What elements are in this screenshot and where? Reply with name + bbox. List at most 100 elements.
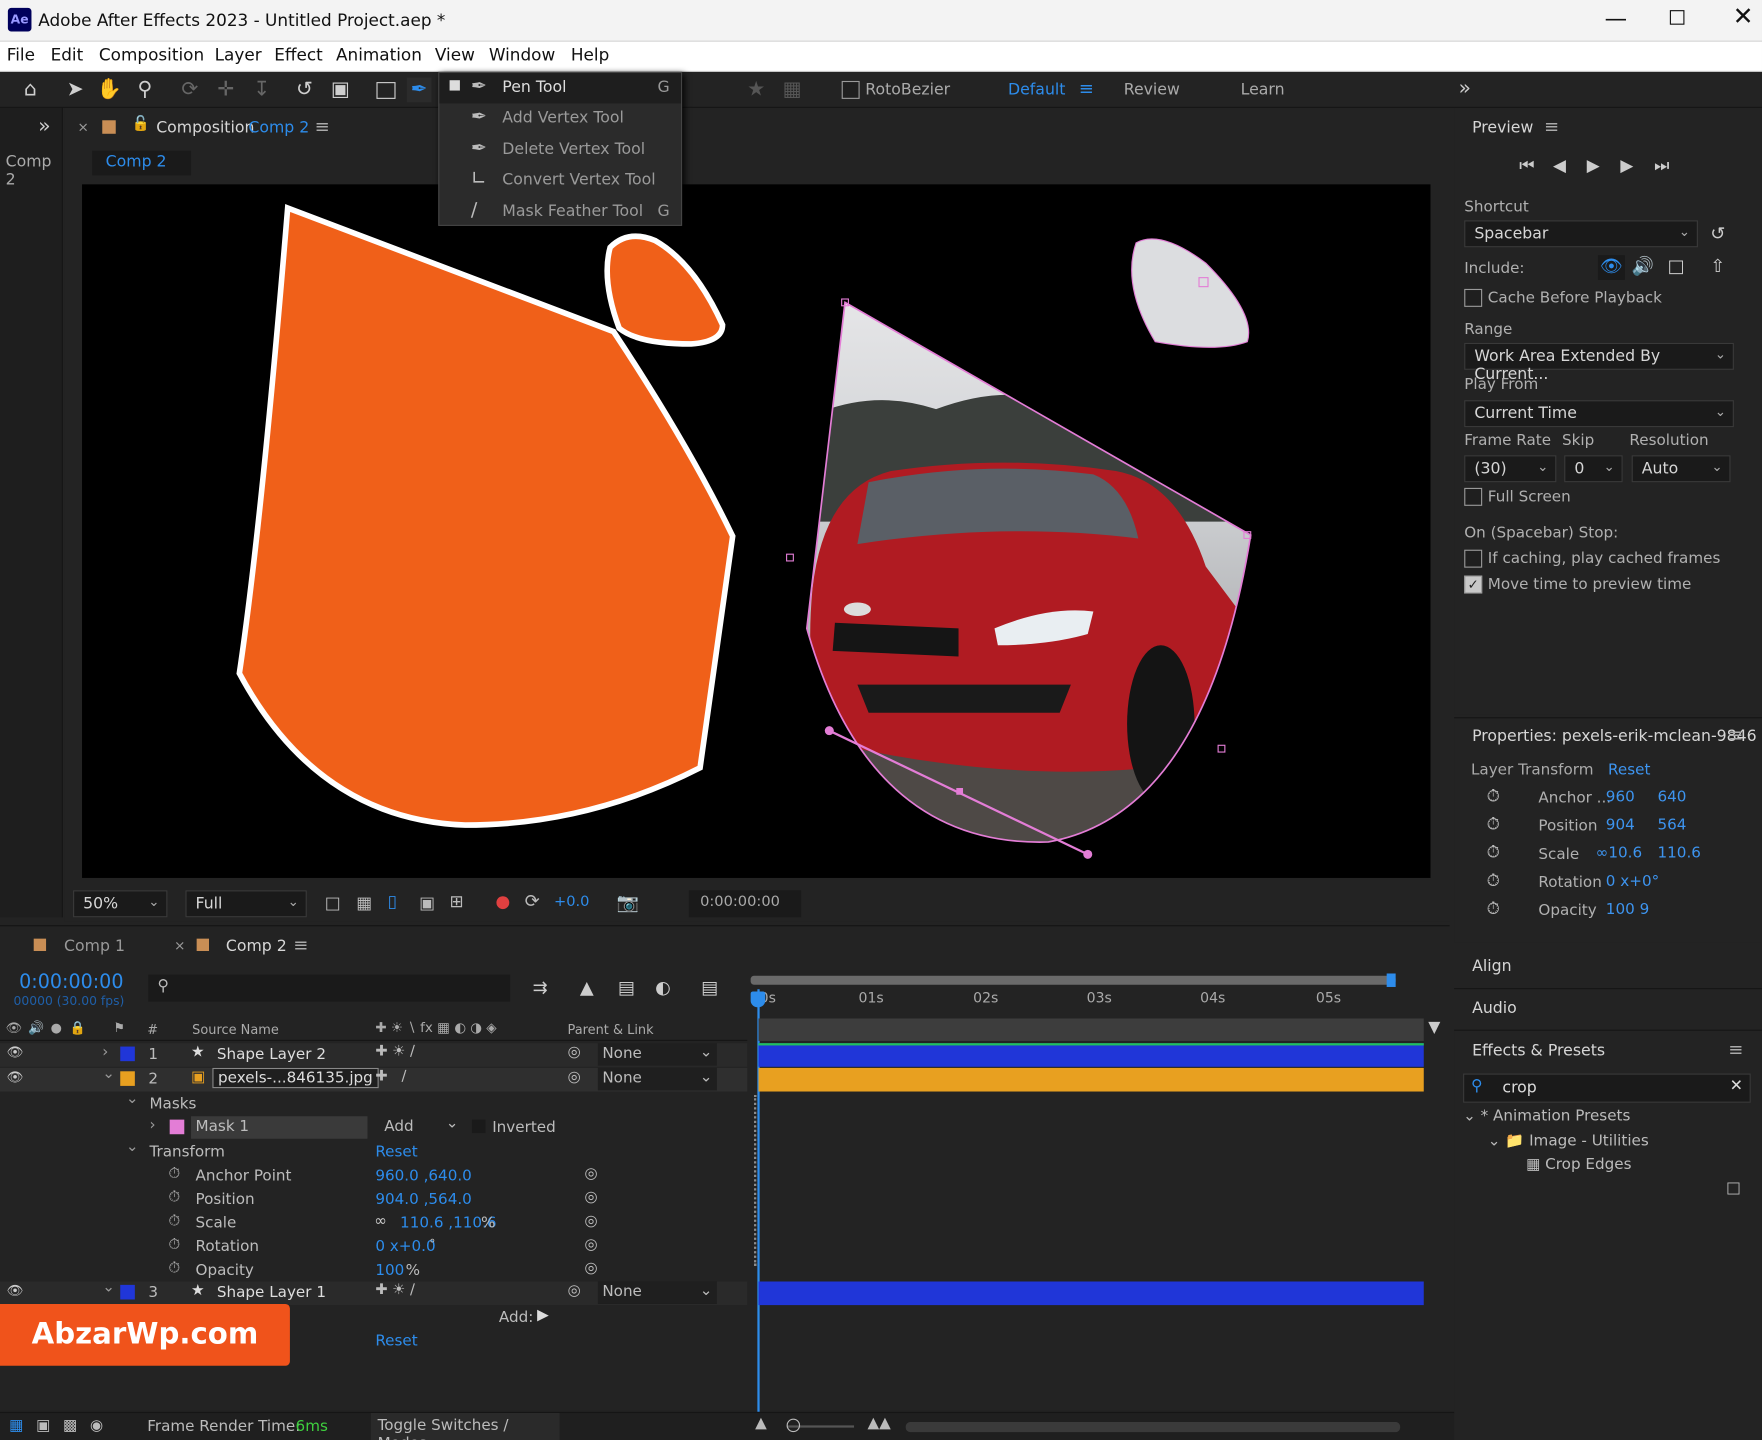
- stopwatch-icon[interactable]: ⏱: [169, 1212, 181, 1230]
- expression-pickwhip-icon[interactable]: ◎: [584, 1165, 597, 1183]
- previous-frame-icon[interactable]: ◀: [1553, 155, 1566, 175]
- preview-menu-icon[interactable]: ≡: [1544, 116, 1559, 137]
- menu-help[interactable]: Help: [571, 45, 609, 65]
- layer-color-label[interactable]: [120, 1046, 135, 1062]
- selection-tool-icon[interactable]: ➤: [63, 78, 88, 103]
- switches-icons[interactable]: ✚ ☀ ∕: [375, 1281, 415, 1298]
- next-frame-icon[interactable]: ▶: [1620, 155, 1633, 175]
- render-time-icon[interactable]: ◉: [90, 1416, 103, 1434]
- menu-layer[interactable]: Layer: [215, 45, 262, 65]
- cache-before-playback-checkbox[interactable]: [1464, 288, 1483, 307]
- maximize-icon[interactable]: [1669, 10, 1685, 25]
- zoom-dropdown[interactable]: 50% ⌄: [73, 890, 168, 918]
- menu-file[interactable]: File: [7, 45, 35, 65]
- property-row[interactable]: ⏱ Anchor Point 960.0 ,640.0 ◎: [0, 1165, 747, 1189]
- channel-icon[interactable]: ●: [496, 891, 511, 911]
- draft-3d-icon[interactable]: ▲: [580, 977, 594, 998]
- menu-view[interactable]: View: [435, 45, 475, 65]
- stopwatch-icon[interactable]: ⏱: [1487, 814, 1500, 834]
- playhead-head[interactable]: [750, 991, 766, 1008]
- mask-color-swatch[interactable]: [169, 1119, 185, 1135]
- frame-rate-dropdown[interactable]: (30) ⌄: [1464, 455, 1557, 483]
- composition-mini-flowchart-icon[interactable]: ⇉: [533, 977, 548, 998]
- layer-row[interactable]: 👁 › 1 ★ Shape Layer 2 ✚ ☀ ∕ ◎ None ⌄: [0, 1043, 748, 1067]
- expression-pickwhip-icon[interactable]: ◎: [584, 1188, 597, 1206]
- first-frame-icon[interactable]: ⏮: [1519, 155, 1534, 175]
- reset-exposure-icon[interactable]: ⟳: [525, 890, 540, 911]
- pan-camera-icon[interactable]: ✛: [214, 78, 239, 103]
- shortcut-dropdown[interactable]: Spacebar ⌄: [1464, 220, 1698, 248]
- menu-animation[interactable]: Animation: [336, 45, 422, 65]
- home-icon[interactable]: ⌂: [18, 78, 43, 103]
- move-time-checkbox[interactable]: ✓: [1464, 575, 1483, 594]
- work-area-bar[interactable]: [750, 975, 1396, 985]
- flyout-pen-tool[interactable]: ■ ✒ Pen Tool G: [439, 73, 681, 104]
- parent-dropdown[interactable]: None ⌄: [597, 1281, 717, 1304]
- eye-icon[interactable]: 👁: [7, 1283, 24, 1299]
- prop-anchor-y[interactable]: 640: [1657, 788, 1686, 806]
- source-name-column[interactable]: Source Name: [192, 1022, 279, 1038]
- pickwhip-icon[interactable]: ◎: [567, 1281, 580, 1299]
- masks-group-row[interactable]: ⌄ Masks: [0, 1089, 747, 1117]
- in-out-icon[interactable]: ▩: [63, 1416, 77, 1434]
- layer-name[interactable]: Shape Layer 2: [217, 1045, 326, 1063]
- reset-shortcut-icon[interactable]: ↺: [1710, 223, 1725, 244]
- new-bin-icon[interactable]: □: [1726, 1179, 1741, 1197]
- stopwatch-icon[interactable]: ⏱: [1487, 870, 1500, 890]
- include-overlays-icon[interactable]: □: [1668, 255, 1685, 276]
- comp-marker-icon[interactable]: ▼: [1428, 1018, 1440, 1036]
- workspace-review[interactable]: Review: [1124, 81, 1180, 99]
- tree-image-utilities[interactable]: ⌄ 📁 Image - Utilities: [1488, 1132, 1649, 1150]
- full-screen-checkbox[interactable]: [1464, 487, 1483, 506]
- chevron-right-icon[interactable]: ›: [102, 1043, 108, 1061]
- include-video-icon[interactable]: 👁: [1597, 255, 1625, 280]
- timeline-scrollbar[interactable]: [905, 1422, 1401, 1433]
- prop-position-y[interactable]: 564: [1657, 816, 1686, 834]
- timeline-tab-comp2[interactable]: Comp 2: [226, 938, 287, 956]
- panel-menu-icon[interactable]: ≡: [315, 116, 330, 137]
- composition-tab-name[interactable]: Comp 2: [248, 119, 309, 137]
- expand-panel-icon[interactable]: »: [38, 115, 50, 139]
- orbit-camera-icon[interactable]: ⟳: [178, 78, 203, 103]
- puppet-pin-icon[interactable]: ★: [744, 78, 769, 103]
- minimize-icon[interactable]: —: [1605, 4, 1627, 31]
- menu-effect[interactable]: Effect: [274, 45, 323, 65]
- expression-pickwhip-icon[interactable]: ◎: [584, 1212, 597, 1230]
- property-row[interactable]: ⏱ Position 904.0 ,564.0 ◎: [0, 1188, 747, 1212]
- motion-blur-icon[interactable]: ◐: [655, 977, 671, 998]
- vertex-point[interactable]: [1217, 744, 1226, 753]
- resolution-dropdown[interactable]: Full ⌄: [185, 890, 307, 918]
- parent-dropdown[interactable]: None ⌄: [597, 1067, 717, 1091]
- switches-icons[interactable]: ✚ ☀ ∕: [375, 1043, 415, 1060]
- layer-name[interactable]: pexels-...846135.jpg: [212, 1067, 379, 1089]
- include-audio-icon[interactable]: 🔊: [1632, 255, 1654, 276]
- rotobezier-checkbox[interactable]: [841, 80, 860, 99]
- toggle-switches-modes[interactable]: Toggle Switches / Modes: [370, 1413, 560, 1440]
- position-value[interactable]: 904.0 ,564.0: [375, 1190, 472, 1208]
- align-panel-tab[interactable]: Align: [1472, 958, 1511, 976]
- chevron-right-icon[interactable]: ›: [149, 1116, 155, 1134]
- rectangle-tool-icon[interactable]: [373, 78, 398, 103]
- layer-search-box[interactable]: ⚲: [148, 974, 511, 1002]
- layer-2-bar[interactable]: [758, 1067, 1424, 1092]
- stopwatch-icon[interactable]: ⏱: [1487, 898, 1500, 918]
- menu-composition[interactable]: Composition: [99, 45, 204, 65]
- flyout-add-vertex-tool[interactable]: ✒ Add Vertex Tool: [439, 103, 681, 133]
- snapshot-icon[interactable]: 📷: [617, 891, 639, 912]
- tree-animation-presets[interactable]: ⌄ * Animation Presets: [1463, 1107, 1630, 1125]
- workspace-menu-icon[interactable]: ≡: [1079, 78, 1094, 99]
- effects-search-input[interactable]: crop: [1502, 1079, 1536, 1097]
- exposure-value[interactable]: +0.0: [554, 894, 589, 911]
- timeline-menu-icon[interactable]: ≡: [293, 934, 308, 955]
- transparency-grid-icon[interactable]: ▦: [356, 893, 372, 913]
- chevron-down-icon[interactable]: ⌄: [126, 1089, 139, 1107]
- fast-previews-icon[interactable]: □: [325, 893, 341, 913]
- eye-icon[interactable]: 👁: [7, 1044, 24, 1060]
- graph-editor-icon[interactable]: ▤: [701, 977, 718, 998]
- prop-anchor-x[interactable]: 960: [1606, 788, 1635, 806]
- rotation-value[interactable]: 0 x+0.0: [375, 1238, 435, 1256]
- pen-tool-icon[interactable]: ✒: [406, 77, 432, 103]
- layer-color-label[interactable]: [120, 1284, 135, 1300]
- clear-search-icon[interactable]: ✕: [1730, 1077, 1743, 1095]
- tree-crop-edges[interactable]: ▦ Crop Edges: [1526, 1156, 1631, 1174]
